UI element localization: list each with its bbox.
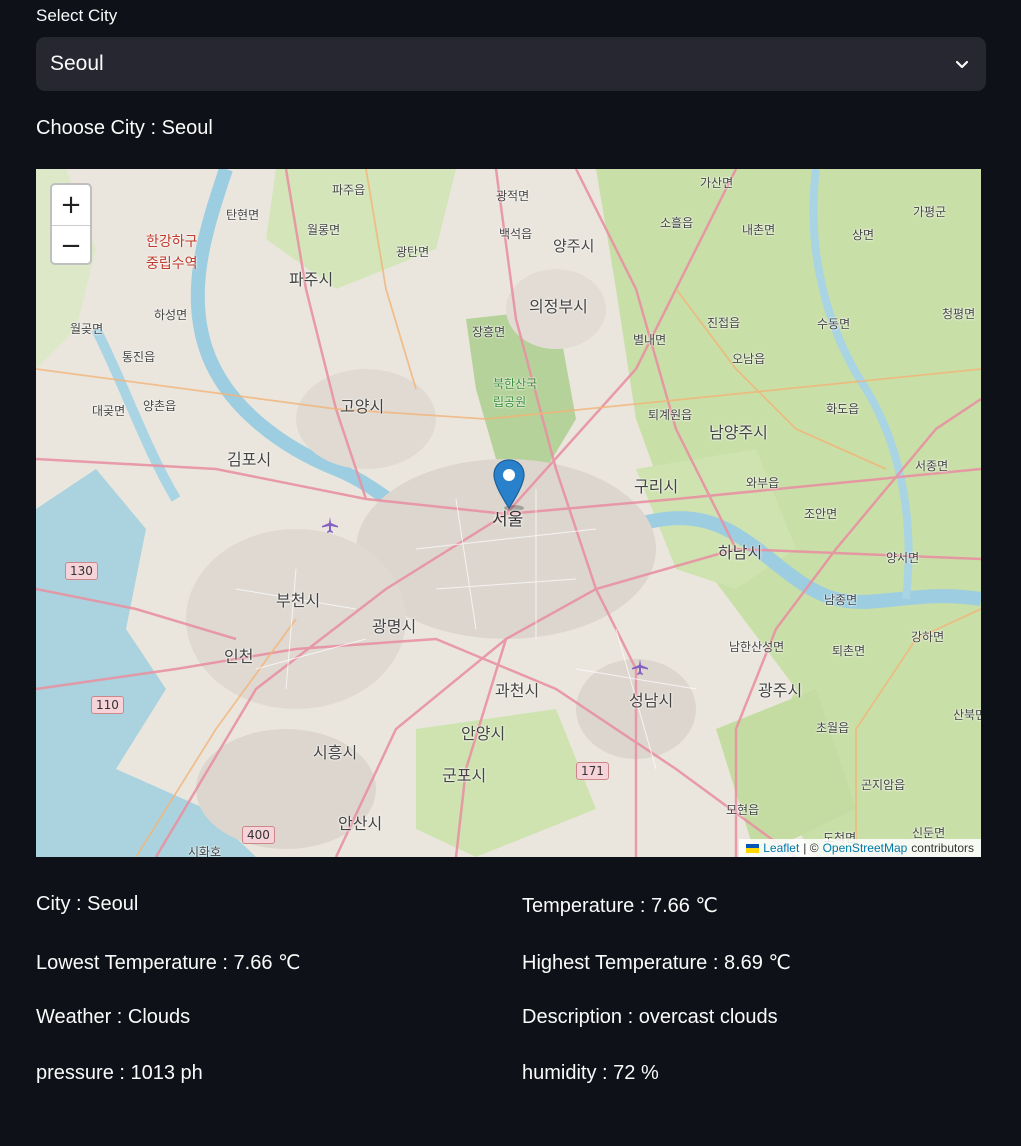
info-description: Description : overcast clouds bbox=[522, 1006, 778, 1028]
map-place-label: 가산면 bbox=[700, 176, 734, 190]
route-shield: 130 bbox=[65, 562, 98, 580]
map-place-label: 양촌읍 bbox=[143, 399, 177, 413]
map-place-label: 장흥면 bbox=[472, 325, 506, 339]
map-place-label: 곤지암읍 bbox=[861, 778, 906, 792]
marker-city-label: 서울 bbox=[492, 510, 524, 530]
map-place-label: 진접읍 bbox=[707, 316, 741, 330]
info-highest-temperature: Highest Temperature : 8.69 ℃ bbox=[522, 952, 791, 974]
openstreetmap-link[interactable]: OpenStreetMap bbox=[823, 841, 908, 855]
route-shield: 400 bbox=[242, 826, 275, 844]
map-place-label: 성남시 bbox=[629, 691, 674, 710]
map-place-label: 퇴촌면 bbox=[832, 644, 866, 658]
map-place-label: 구리시 bbox=[634, 477, 679, 496]
chosen-city-text: Choose City : Seoul bbox=[36, 117, 213, 139]
map-place-label: 남한산성면 bbox=[729, 640, 785, 654]
map-place-label: 파주읍 bbox=[332, 183, 366, 197]
attribution-separator: | © bbox=[803, 841, 819, 855]
map-place-label: 광명시 bbox=[372, 617, 417, 636]
map-place-label: 광주시 bbox=[758, 681, 803, 700]
select-city-label: Select City bbox=[36, 6, 118, 25]
map-place-label: 대곶면 bbox=[92, 404, 126, 418]
map-place-label: 북한산국 bbox=[493, 377, 538, 391]
map-place-label: 과천시 bbox=[495, 681, 540, 700]
city-select-value: Seoul bbox=[50, 52, 104, 75]
map-place-label: 양서면 bbox=[886, 551, 920, 565]
map-place-label: 소흘읍 bbox=[660, 216, 694, 230]
location-marker-icon[interactable] bbox=[492, 458, 526, 512]
map-place-label: 군포시 bbox=[442, 766, 487, 785]
airport-icon bbox=[322, 517, 338, 533]
map-place-label: 양주시 bbox=[553, 237, 595, 255]
map-place-label: 가평군 bbox=[913, 205, 947, 219]
map-place-label: 안산시 bbox=[338, 814, 383, 833]
route-shield: 171 bbox=[576, 762, 609, 780]
route-shield: 110 bbox=[91, 696, 124, 714]
map-place-label: 모현읍 bbox=[726, 803, 760, 817]
map-place-label: 안양시 bbox=[461, 724, 506, 743]
map-place-label: 인천 bbox=[224, 647, 254, 666]
map-place-label: 시흥시 bbox=[313, 743, 358, 762]
zoom-control: + − bbox=[50, 183, 92, 265]
map-place-label: 의정부시 bbox=[529, 297, 588, 316]
map-place-label: 화도읍 bbox=[826, 402, 860, 416]
map-place-label: 청평면 bbox=[942, 307, 976, 321]
map-place-label: 강하면 bbox=[911, 630, 945, 644]
map-place-label: 남양주시 bbox=[709, 423, 768, 442]
map-place-label: 시화호 bbox=[188, 845, 222, 857]
info-temperature: Temperature : 7.66 ℃ bbox=[522, 895, 718, 917]
chevron-down-icon bbox=[955, 60, 969, 69]
map-place-label: 와부읍 bbox=[746, 476, 780, 490]
map-place-label: 하성면 bbox=[154, 308, 188, 322]
map-place-label: 상면 bbox=[852, 228, 875, 242]
zoom-out-button[interactable]: − bbox=[52, 225, 90, 263]
map-place-label: 남종면 bbox=[824, 593, 858, 607]
info-pressure: pressure : 1013 ph bbox=[36, 1062, 203, 1084]
map-place-label: 김포시 bbox=[227, 450, 272, 469]
map-place-label: 탄현면 bbox=[226, 208, 260, 222]
info-humidity: humidity : 72 % bbox=[522, 1062, 659, 1084]
map-place-label: 고양시 bbox=[340, 397, 385, 416]
map-place-label: 통진읍 bbox=[122, 350, 156, 364]
map-place-label: 별내면 bbox=[633, 333, 667, 347]
map-place-label: 백석읍 bbox=[499, 227, 533, 241]
map-place-label: 조안면 bbox=[804, 507, 838, 521]
map-place-label: 수동면 bbox=[817, 317, 851, 331]
info-city: City : Seoul bbox=[36, 893, 139, 915]
map-view[interactable]: + − 파주읍 광적면 가산면탄현면월롱면 백석읍양주시 소흘읍내촌면 상면 가평군한강하구… bbox=[36, 169, 981, 857]
map-place-label: 서종면 bbox=[915, 459, 949, 473]
map-place-label: 퇴계원읍 bbox=[648, 408, 693, 422]
map-place-label: 중립수역 bbox=[146, 256, 198, 272]
map-place-label: 광탄면 bbox=[396, 245, 430, 259]
map-place-label: 하남시 bbox=[718, 543, 763, 562]
airport-icon bbox=[632, 659, 648, 675]
attribution-suffix: contributors bbox=[911, 841, 974, 855]
map-place-label: 산북면 bbox=[953, 708, 981, 722]
map-place-label: 립공원 bbox=[493, 395, 527, 409]
zoom-in-button[interactable]: + bbox=[52, 185, 90, 225]
map-place-label: 한강하구 bbox=[146, 234, 198, 250]
map-place-label: 오남읍 bbox=[732, 352, 766, 366]
map-place-label: 초월읍 bbox=[816, 721, 850, 735]
map-place-label: 파주시 bbox=[289, 270, 334, 289]
info-lowest-temperature: Lowest Temperature : 7.66 ℃ bbox=[36, 952, 301, 974]
city-select[interactable]: Seoul bbox=[36, 37, 986, 91]
map-attribution: Leaflet | © OpenStreetMap contributors bbox=[739, 839, 981, 857]
ukraine-flag-icon bbox=[746, 843, 760, 853]
map-place-label: 내촌면 bbox=[742, 223, 776, 237]
map-place-label: 월롱면 bbox=[307, 223, 341, 237]
map-place-label: 월곶면 bbox=[70, 322, 104, 336]
leaflet-link[interactable]: Leaflet bbox=[763, 841, 799, 855]
map-place-label: 부천시 bbox=[276, 591, 321, 610]
info-weather: Weather : Clouds bbox=[36, 1006, 191, 1028]
map-place-label: 광적면 bbox=[496, 189, 530, 203]
